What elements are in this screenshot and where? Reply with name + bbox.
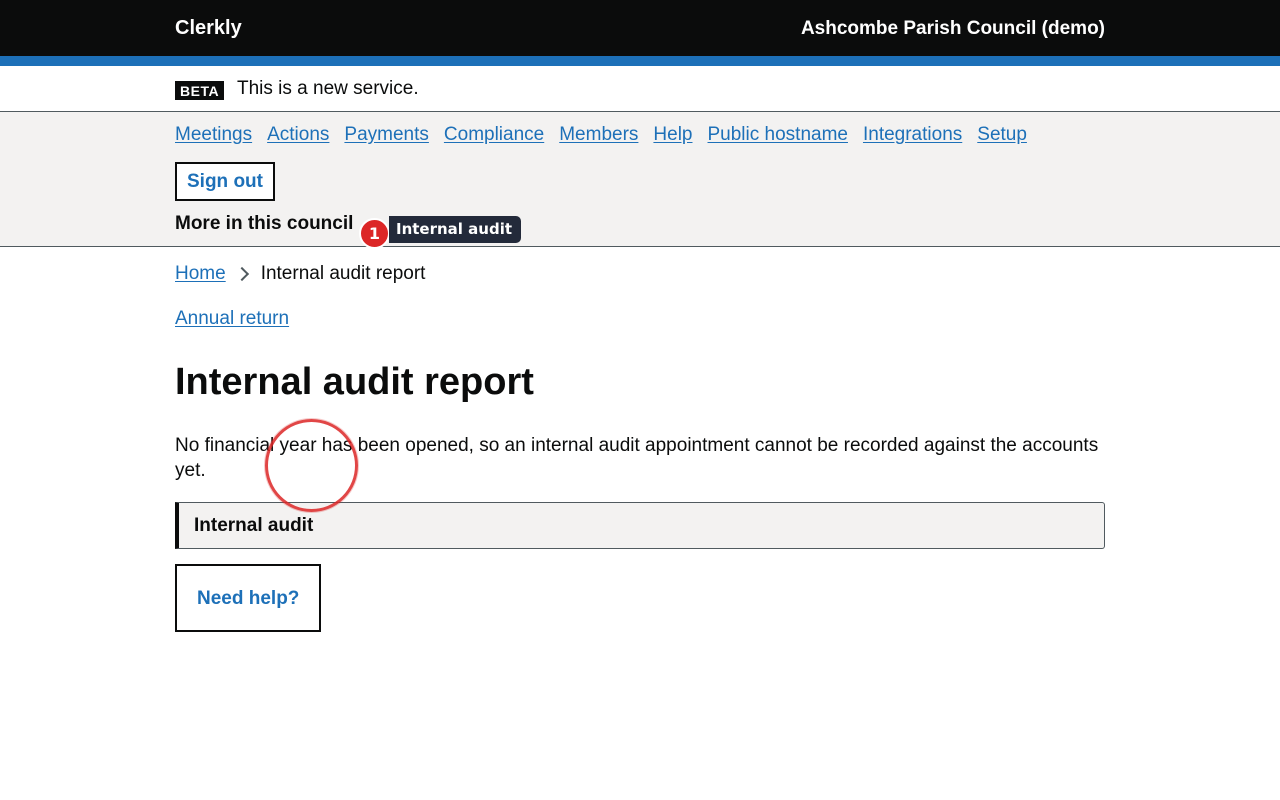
annotation-marker: 1 [359,218,390,249]
info-text: No financial year has been opened, so an… [175,435,1099,481]
chevron-right-icon [234,266,249,282]
nav-link-actions[interactable]: Actions [267,124,329,146]
phase-banner-text: This is a new service. [237,78,419,99]
organisation-name: Ashcombe Parish Council (demo) [800,18,1105,39]
nav-links: Meetings Actions Payments Compliance Mem… [175,124,1042,146]
breadcrumb-home-link[interactable]: Home [175,263,226,285]
nav-link-public-hostname[interactable]: Public hostname [708,124,848,146]
details-summary[interactable]: Internal audit [194,515,313,537]
nav-link-setup[interactable]: Setup [977,124,1027,146]
nav-link-members[interactable]: Members [559,124,638,146]
header-accent-bar [0,56,1280,66]
brand-link[interactable]: Clerkly [175,17,242,39]
need-help-box: Need help? [175,564,321,632]
sign-out-button[interactable]: Sign out [175,162,275,201]
site-header: Clerkly Ashcombe Parish Council (demo) [0,0,1280,56]
nav-link-compliance[interactable]: Compliance [444,124,544,146]
annotation-label: Internal audit [389,216,522,243]
phase-banner: BETA This is a new service. [0,66,1280,112]
annual-return-link[interactable]: Annual return [175,308,289,330]
breadcrumb: Home Internal audit report [175,263,425,285]
beta-tag: BETA [175,81,225,100]
page-title: Internal audit report [175,361,534,403]
nav-link-meetings[interactable]: Meetings [175,124,252,146]
nav-link-integrations[interactable]: Integrations [863,124,962,146]
service-navigation: Meetings Actions Payments Compliance Mem… [0,112,1280,249]
main-content: Home Internal audit report Annual return… [0,247,1280,800]
more-in-council-label: More in this council [175,213,354,234]
internal-audit-details[interactable]: Internal audit [175,502,1105,549]
nav-link-help[interactable]: Help [653,124,692,146]
nav-link-payments[interactable]: Payments [344,124,428,146]
need-help-link[interactable]: Need help? [197,588,299,610]
breadcrumb-current: Internal audit report [260,263,426,284]
